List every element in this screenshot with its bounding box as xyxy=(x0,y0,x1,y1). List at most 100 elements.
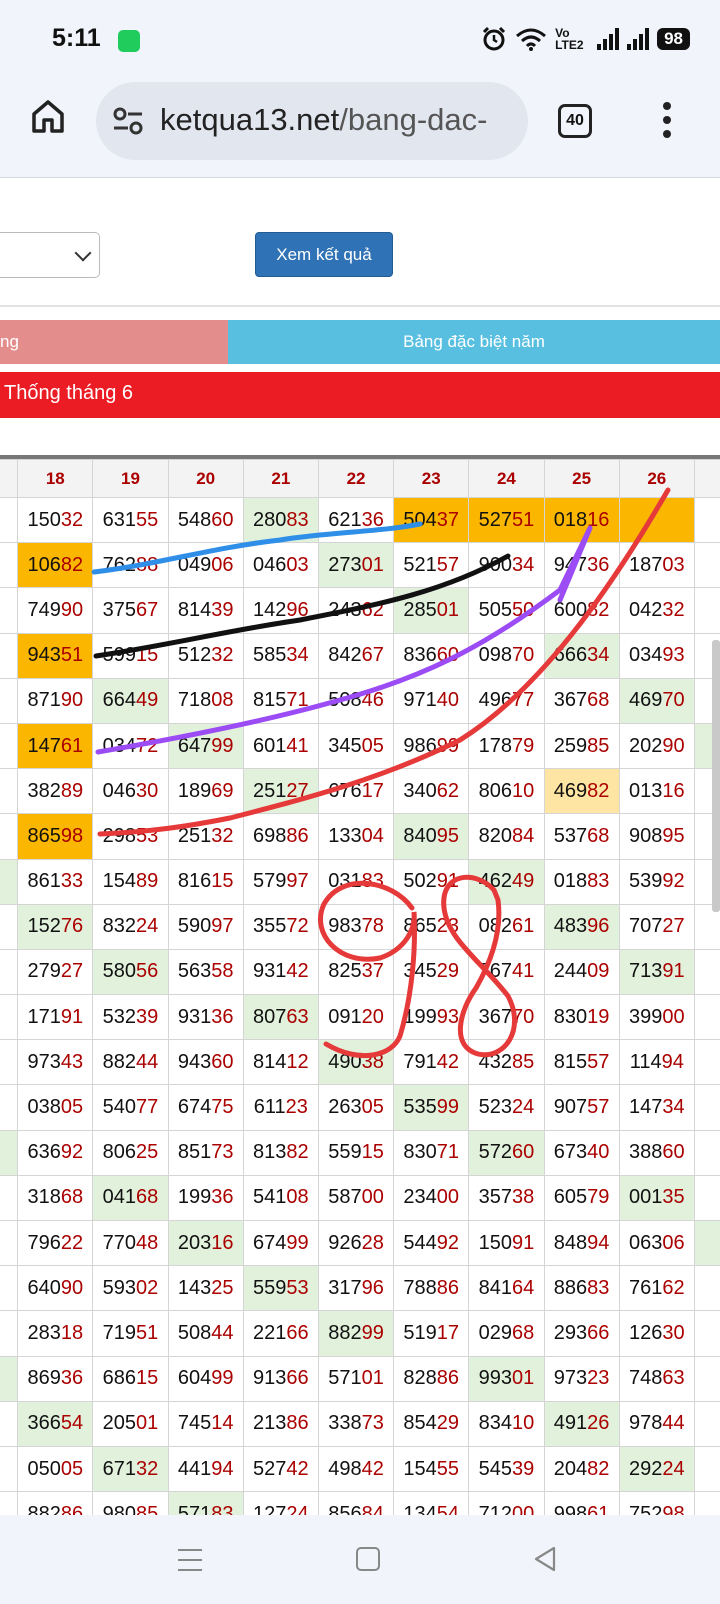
table-cell: 59915 xyxy=(92,632,169,679)
table-cell: 12 xyxy=(693,1355,720,1402)
table-cell: 82886 xyxy=(393,1355,470,1402)
site-settings-icon[interactable] xyxy=(112,106,144,136)
table-cell: 43285 xyxy=(468,1039,545,1086)
table-cell: 93136 xyxy=(167,994,244,1041)
results-table-container[interactable]: 181920212223242526 315032631555486028083… xyxy=(0,455,720,1515)
table-cell: 23400 xyxy=(393,1174,470,1222)
table-cell: 49038 xyxy=(317,1039,395,1086)
table-cell: 17879 xyxy=(468,722,545,770)
home-icon[interactable] xyxy=(30,98,66,134)
table-cell: 62136 xyxy=(317,496,395,544)
table-cell: 06306 xyxy=(618,1219,695,1267)
view-results-button[interactable]: Xem kết quả xyxy=(255,232,393,277)
results-table: 181920212223242526 315032631555486028083… xyxy=(0,459,720,1515)
table-cell: 83071 xyxy=(393,1129,470,1176)
table-cell: 8 xyxy=(0,1400,19,1447)
table-cell: 39 xyxy=(693,1084,720,1131)
network-type-label: Vo LTE2 xyxy=(555,26,584,52)
table-cell: 71391 xyxy=(618,948,695,996)
back-icon[interactable] xyxy=(532,1545,558,1573)
table-cell: 4 xyxy=(0,1174,19,1222)
table-cell: 52157 xyxy=(393,542,470,589)
table-row: 5050056713244194527424984215455545392048… xyxy=(0,1445,720,1493)
recent-apps-icon[interactable] xyxy=(178,1549,202,1571)
table-cell: 88 xyxy=(693,1491,720,1515)
table-row: 3973438824494360814124903879142432858155… xyxy=(0,1039,720,1086)
table-cell xyxy=(693,496,720,544)
home-button-icon[interactable] xyxy=(356,1547,380,1571)
table-cell: 60499 xyxy=(167,1355,244,1402)
table-cell: 09870 xyxy=(468,632,545,679)
column-header: 22 xyxy=(317,459,395,498)
table-cell: 4 xyxy=(0,813,19,860)
table-cell: 57101 xyxy=(317,1355,395,1402)
table-cell: 67499 xyxy=(242,1219,319,1267)
table-row: 7283187195150844221668829951917029682936… xyxy=(0,1310,720,1357)
table-cell: 98699 xyxy=(393,722,470,770)
table-cell: 50844 xyxy=(167,1310,244,1357)
table-cell: 03183 xyxy=(317,858,395,905)
table-cell: 01816 xyxy=(543,496,620,544)
table-cell: 84164 xyxy=(468,1265,545,1312)
table-cell: 86133 xyxy=(17,858,94,905)
table-cell: 10682 xyxy=(17,542,94,589)
column-header: 23 xyxy=(393,459,470,498)
table-cell: 98378 xyxy=(317,903,395,950)
table-cell: 03472 xyxy=(92,722,169,770)
table-cell: 74990 xyxy=(17,587,94,634)
table-cell: 25132 xyxy=(167,813,244,860)
status-time: 5:11 xyxy=(52,24,101,52)
table-cell: 58534 xyxy=(242,632,319,679)
table-cell: 52751 xyxy=(468,496,545,544)
year-select[interactable] xyxy=(0,232,100,278)
table-cell: 74863 xyxy=(618,1355,695,1402)
table-cell: 50550 xyxy=(468,587,545,634)
table-cell: 21386 xyxy=(242,1400,319,1447)
table-cell: 1 xyxy=(0,632,19,679)
table-cell: 81615 xyxy=(167,858,244,905)
more-options-icon[interactable] xyxy=(662,102,672,142)
table-cell: 38289 xyxy=(17,768,94,815)
table-cell: 80625 xyxy=(92,1129,169,1176)
table-cell: 4 xyxy=(0,903,19,950)
table-cell: 15091 xyxy=(468,1219,545,1267)
table-cell: 81557 xyxy=(543,1039,620,1086)
table-body: 3150326315554860280836213650437527510181… xyxy=(0,496,720,1515)
table-cell: 60082 xyxy=(543,587,620,634)
column-header xyxy=(693,459,720,498)
signal-strength-icon xyxy=(597,28,620,50)
table-row: 7279275805656358931428253734529767412440… xyxy=(0,948,720,996)
table-cell: 15489 xyxy=(92,858,169,905)
table-row: 4871906644971808815715084697140496773676… xyxy=(0,677,720,724)
table-cell: 81412 xyxy=(242,1039,319,1086)
table-cell: 83 xyxy=(693,948,720,996)
table-cell: 83224 xyxy=(92,903,169,950)
table-cell: 57183 xyxy=(167,1491,244,1515)
table-cell: 74514 xyxy=(167,1400,244,1447)
table-cell: 83410 xyxy=(468,1400,545,1447)
table-cell: 29366 xyxy=(543,1310,620,1357)
table-cell: 77048 xyxy=(92,1219,169,1267)
table-cell: 09120 xyxy=(317,994,395,1041)
table-cell: 34062 xyxy=(393,768,470,815)
tab-monthly-table[interactable]: ng xyxy=(0,320,228,364)
table-cell: 4 xyxy=(0,1084,19,1131)
table-cell: 25985 xyxy=(543,722,620,770)
month-banner: Thống tháng 6 xyxy=(0,372,720,418)
address-bar[interactable]: ketqua13.net/bang-dac- xyxy=(96,82,528,160)
url-text[interactable]: ketqua13.net/bang-dac- xyxy=(160,102,516,138)
table-cell: 50291 xyxy=(393,858,470,905)
table-cell: 45 xyxy=(693,1129,720,1176)
alarm-icon xyxy=(483,26,506,51)
table-cell: 50437 xyxy=(393,496,470,544)
table-cell: 93142 xyxy=(242,948,319,996)
table-cell: 94351 xyxy=(17,632,94,679)
scrollbar-thumb[interactable] xyxy=(712,640,720,912)
table-cell: 84894 xyxy=(543,1219,620,1267)
table-cell: 05005 xyxy=(17,1445,94,1493)
column-header: 19 xyxy=(92,459,169,498)
tab-yearly-special-table[interactable]: Bảng đặc biệt năm xyxy=(228,320,720,364)
tab-switcher-button[interactable]: 40 xyxy=(558,104,592,138)
table-row: 4318680416819936541085870023400357386057… xyxy=(0,1174,720,1222)
table-cell: 88244 xyxy=(92,1039,169,1086)
